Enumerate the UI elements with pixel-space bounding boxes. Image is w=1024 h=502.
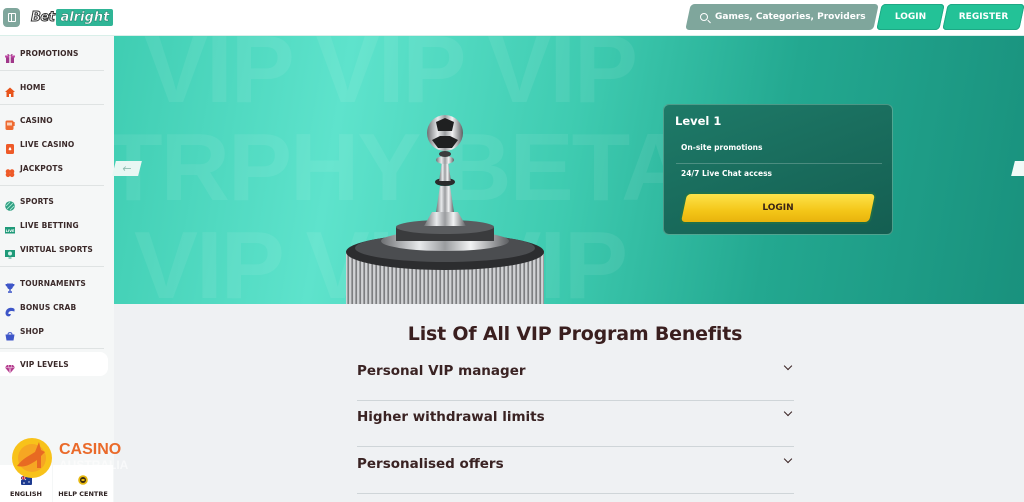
divider <box>0 70 104 71</box>
gift-icon <box>5 48 15 63</box>
sidebar-item-label: BONUS CRAB <box>20 302 77 312</box>
accordion-item[interactable]: Personal VIP manager <box>357 355 794 401</box>
chevron-down-icon[interactable] <box>783 361 793 371</box>
accordion-item[interactable]: Higher withdrawal limits <box>357 401 794 447</box>
crab-claw-icon <box>5 302 15 317</box>
trophy-icon <box>5 278 15 293</box>
accordion-label: Personal VIP manager <box>357 363 526 379</box>
shopping-basket-icon <box>5 326 15 341</box>
sidebar-item-virtual-sports[interactable]: VIRTUAL SPORTS <box>0 237 106 261</box>
divider <box>0 185 104 186</box>
sidebar-item-vip-levels[interactable]: VIP LEVELS <box>0 352 108 376</box>
divider <box>357 493 794 494</box>
login-button-label[interactable]: LOGIN <box>879 4 942 30</box>
sidebar-item-tournaments[interactable]: TOURNAMENTS <box>0 271 106 295</box>
sidebar-item-live-betting[interactable]: LIVE LIVE BETTING <box>0 213 106 237</box>
sidebar-item-home[interactable]: HOME <box>0 75 106 99</box>
sidebar-item-label: SPORTS <box>20 196 54 206</box>
clover-icon <box>5 163 15 178</box>
search-input[interactable]: Games, Categories, Providers <box>700 4 866 30</box>
language-label: ENGLISH <box>10 490 42 498</box>
sidebar-item-sports[interactable]: SPORTS <box>0 189 106 213</box>
vip-trophy-image <box>344 36 546 304</box>
register-button-label[interactable]: REGISTER <box>945 4 1022 30</box>
sports-ball-icon <box>5 196 15 211</box>
site-logo[interactable]: Bet alright <box>30 8 114 27</box>
casino-australia-watermark: CASINO AUSTRALIA <box>11 436 141 486</box>
sidebar-item-label: SHOP <box>20 326 44 336</box>
sidebar-item-label: CASINO <box>20 115 53 125</box>
carousel-prev-button[interactable]: ← <box>112 161 142 176</box>
benefits-heading: List Of All VIP Program Benefits <box>407 323 743 345</box>
live-badge-icon: LIVE <box>5 220 15 234</box>
search-placeholder: Games, Categories, Providers <box>715 12 866 22</box>
level-benefit: 24/7 Live Chat access <box>681 169 773 178</box>
divider <box>357 446 794 447</box>
level-login-button-label[interactable]: LOGIN <box>684 194 872 222</box>
divider <box>0 104 104 105</box>
search-icon <box>700 13 708 21</box>
chevron-down-icon[interactable] <box>783 407 793 417</box>
sidebar-item-label: HOME <box>20 82 46 92</box>
svg-text:LIVE: LIVE <box>6 229 15 233</box>
divider <box>0 266 104 267</box>
sidebar-item-label: PROMOTIONS <box>20 48 79 58</box>
sidebar <box>0 36 114 502</box>
sidebar-item-casino[interactable]: CASINO <box>0 108 106 132</box>
live-casino-card-icon <box>5 139 15 154</box>
home-icon <box>5 82 15 97</box>
sidebar-item-label: LIVE BETTING <box>20 220 79 230</box>
sidebar-item-live-casino[interactable]: LIVE CASINO <box>0 132 106 156</box>
arrow-left-icon: ← <box>120 162 134 175</box>
divider <box>676 163 882 164</box>
logo-bet: Bet <box>30 10 55 26</box>
virtual-monitor-icon <box>5 244 15 259</box>
panel-icon <box>7 13 16 22</box>
sidebar-item-shop[interactable]: SHOP <box>0 319 106 343</box>
sidebar-item-promotions[interactable]: PROMOTIONS <box>0 41 106 65</box>
accordion-label: Personalised offers <box>357 456 504 472</box>
sidebar-item-label: VIP LEVELS <box>20 359 69 369</box>
watermark-line2: AUSTRALIA <box>59 458 129 472</box>
chevron-down-icon[interactable] <box>783 454 793 464</box>
sidebar-item-bonus-crab[interactable]: BONUS CRAB <box>0 295 106 319</box>
sidebar-item-label: VIRTUAL SPORTS <box>20 244 93 254</box>
accordion-item[interactable]: Personalised offers <box>357 448 794 494</box>
sidebar-item-label: TOURNAMENTS <box>20 278 86 288</box>
watermark-line1: CASINO <box>59 441 121 458</box>
logo-alright: alright <box>56 9 114 26</box>
accordion-label: Higher withdrawal limits <box>357 409 545 425</box>
diamond-icon <box>5 359 15 374</box>
divider <box>0 348 104 349</box>
slot-machine-icon <box>5 115 15 130</box>
sidebar-item-label: LIVE CASINO <box>20 139 75 149</box>
sidebar-toggle-button[interactable] <box>3 8 20 27</box>
sidebar-item-label: JACKPOTS <box>20 163 64 173</box>
level-title: Level 1 <box>675 114 722 128</box>
sidebar-item-jackpots[interactable]: JACKPOTS <box>0 156 106 180</box>
help-centre-label: HELP CENTRE <box>58 490 108 498</box>
level-benefit: On-site promotions <box>681 143 763 152</box>
